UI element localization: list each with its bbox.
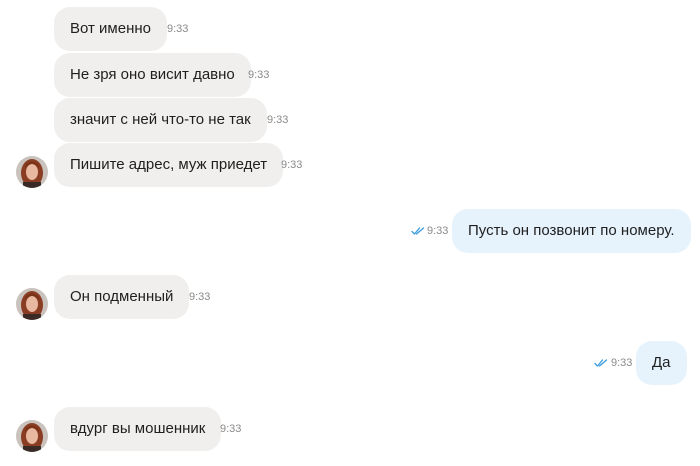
woman-avatar-icon (16, 288, 48, 320)
read-double-check-icon (594, 359, 608, 367)
message-time: 9:33 (167, 23, 189, 35)
message-text: Пишите адрес, муж приедет (70, 156, 268, 173)
message-time: 9:33 (220, 423, 242, 435)
message-time: 9:33 (248, 69, 270, 81)
outgoing-message-bubble[interactable]: Да (636, 341, 687, 385)
message-time: 9:33 (267, 114, 289, 126)
message-text: Не зря оно висит давно (70, 66, 235, 83)
incoming-message-bubble[interactable]: Пишите адрес, муж приедет (54, 143, 284, 187)
message-time: 9:33 (611, 357, 633, 369)
incoming-message-bubble[interactable]: значит с ней что-то не так (54, 98, 267, 142)
woman-avatar-icon (16, 156, 48, 188)
message-time: 9:33 (427, 225, 449, 237)
message-text: вдург вы мошенник (70, 420, 206, 437)
incoming-message-bubble[interactable]: вдург вы мошенник (54, 407, 222, 451)
chat-message-list: Вот именно 9:33 Не зря оно висит давно 9… (0, 0, 700, 466)
contact-avatar[interactable] (16, 156, 48, 188)
incoming-message-bubble[interactable]: Не зря оно висит давно (54, 53, 251, 97)
read-double-check-icon (411, 227, 425, 235)
message-time: 9:33 (189, 291, 211, 303)
incoming-message-bubble[interactable]: Вот именно (54, 7, 167, 51)
message-text: Он подменный (70, 288, 174, 305)
incoming-message-bubble[interactable]: Он подменный (54, 275, 190, 319)
contact-avatar[interactable] (16, 288, 48, 320)
message-text: Пусть он позвонит по номеру. (468, 222, 675, 239)
message-text: значит с ней что-то не так (70, 111, 251, 128)
message-text: Да (652, 354, 671, 371)
woman-avatar-icon (16, 420, 48, 452)
message-text: Вот именно (70, 20, 151, 37)
outgoing-message-bubble[interactable]: Пусть он позвонит по номеру. (452, 209, 691, 253)
message-time: 9:33 (281, 159, 303, 171)
contact-avatar[interactable] (16, 420, 48, 452)
